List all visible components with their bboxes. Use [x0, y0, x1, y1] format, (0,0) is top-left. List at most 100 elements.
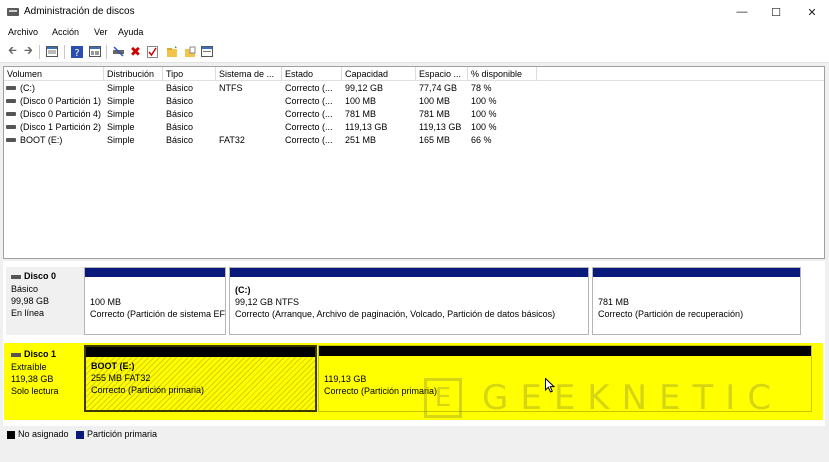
table-row[interactable]: BOOT (E:) Simple Básico FAT32 Correcto (… — [4, 134, 824, 147]
cell-estado: Correcto (... — [285, 135, 333, 145]
disk1-name-wrap: Disco 1 — [11, 349, 56, 359]
column-header-estado[interactable]: Estado — [285, 69, 313, 79]
close-icon: ✕ — [807, 6, 817, 19]
cell-espacio: 781 MB — [419, 109, 451, 119]
watermark-text: GEEKNETIC — [482, 378, 784, 418]
column-header-capacidad[interactable]: Capacidad — [345, 69, 388, 79]
disk0-label[interactable]: Disco 0 Básico 99,98 GB En línea — [6, 267, 84, 335]
column-separator[interactable] — [215, 67, 216, 81]
column-header-sistema[interactable]: Sistema de ... — [219, 69, 274, 79]
partition-status: Correcto (Partición de recuperación) — [598, 309, 744, 319]
check-icon[interactable] — [146, 45, 159, 58]
back-icon[interactable]: 🡰 — [6, 45, 19, 58]
properties-icon[interactable] — [45, 45, 58, 58]
cell-estado: Correcto (... — [285, 109, 333, 119]
cell-distribucion: Simple — [107, 135, 135, 145]
cell-sistema: FAT32 — [219, 135, 245, 145]
disk0-partition-recovery[interactable]: 781 MB Correcto (Partición de recuperaci… — [592, 267, 801, 335]
cell-espacio: 77,74 GB — [419, 83, 458, 93]
disk-icon — [11, 274, 21, 279]
cell-espacio: 100 MB — [419, 96, 451, 106]
maximize-button[interactable]: ☐ — [759, 0, 793, 24]
partition-status: Correcto (Partición de sistema EF — [90, 309, 226, 319]
format-icon[interactable] — [200, 45, 213, 58]
cell-disponible: 100 % — [471, 122, 497, 132]
column-header-tipo[interactable]: Tipo — [166, 69, 183, 79]
minimize-icon: — — [736, 6, 748, 18]
partition-status: Correcto (Partición primaria) — [91, 385, 205, 395]
column-header-volumen[interactable]: Volumen — [7, 69, 42, 79]
cell-capacidad: 99,12 GB — [345, 83, 384, 93]
maximize-icon: ☐ — [771, 6, 781, 19]
cell-volumen: (Disco 1 Partición 2) — [20, 122, 102, 132]
cell-sistema: NTFS — [219, 83, 243, 93]
disk1-label[interactable]: Disco 1 Extraíble 119,38 GB Solo lectura — [6, 345, 84, 417]
unallocated-swatch — [7, 431, 15, 439]
cell-estado: Correcto (... — [285, 122, 333, 132]
column-separator[interactable] — [162, 67, 163, 81]
table-row[interactable]: (C:) Simple Básico NTFS Correcto (... 99… — [4, 82, 824, 95]
partition-bar — [230, 268, 588, 277]
column-header-distribucion[interactable]: Distribución — [107, 69, 154, 79]
disk0-name-wrap: Disco 0 — [11, 271, 56, 281]
folder-icon[interactable] — [165, 45, 178, 58]
disk-management-icon — [7, 8, 19, 16]
drive-icon — [6, 86, 16, 90]
table-row[interactable]: (Disco 1 Partición 2) Simple Básico Corr… — [4, 121, 824, 134]
cell-capacidad: 781 MB — [345, 109, 377, 119]
table-row[interactable]: (Disco 0 Partición 4) Simple Básico Corr… — [4, 108, 824, 121]
close-button[interactable]: ✕ — [795, 0, 829, 24]
column-separator[interactable] — [467, 67, 468, 81]
disk0-type: Básico — [11, 284, 39, 294]
partition-size: 100 MB — [90, 297, 122, 307]
column-separator[interactable] — [103, 67, 104, 81]
cell-tipo: Básico — [166, 83, 194, 93]
forward-icon[interactable]: 🡲 — [22, 45, 35, 58]
legend-unallocated: No asignado — [18, 429, 69, 439]
cell-distribucion: Simple — [107, 96, 135, 106]
column-header-disponible[interactable]: % disponible — [471, 69, 522, 79]
partition-title: BOOT (E:) — [91, 361, 135, 371]
disk0-status: En línea — [11, 308, 45, 318]
list-header: Volumen Distribución Tipo Sistema de ...… — [4, 67, 824, 81]
column-separator[interactable] — [536, 67, 537, 81]
drive-icon — [6, 138, 16, 142]
toolbar-separator — [106, 45, 107, 59]
table-row[interactable]: (Disco 0 Partición 1) Simple Básico Corr… — [4, 95, 824, 108]
connect-icon[interactable] — [112, 45, 125, 58]
cell-disponible: 66 % — [471, 135, 492, 145]
delete-icon[interactable]: ✖ — [129, 44, 142, 59]
disk1-partition-boot[interactable]: BOOT (E:) 255 MB FAT32 Correcto (Partici… — [84, 345, 317, 412]
disk0-size: 99,98 GB — [11, 296, 50, 306]
svg-text:?: ? — [74, 48, 79, 58]
column-separator[interactable] — [341, 67, 342, 81]
menu-ver[interactable]: Ver — [94, 27, 108, 37]
help-icon[interactable]: ? — [70, 45, 83, 58]
menu-ayuda[interactable]: Ayuda — [118, 27, 143, 37]
window-title: Administración de discos — [24, 6, 135, 17]
menu-accion[interactable]: Acción — [52, 27, 79, 37]
cell-tipo: Básico — [166, 109, 194, 119]
column-separator[interactable] — [281, 67, 282, 81]
partition-title: (C:) — [235, 285, 251, 295]
cell-distribucion: Simple — [107, 122, 135, 132]
cell-tipo: Básico — [166, 96, 194, 106]
cell-volumen: (Disco 0 Partición 1) — [20, 96, 102, 106]
cell-volumen: (Disco 0 Partición 4) — [20, 109, 102, 119]
disk0-partition-c[interactable]: (C:) 99,12 GB NTFS Correcto (Arranque, A… — [229, 267, 589, 335]
disk-list-icon[interactable] — [88, 45, 101, 58]
cell-volumen: (C:) — [20, 83, 35, 93]
partition-size: 255 MB FAT32 — [91, 373, 151, 383]
minimize-button[interactable]: — — [725, 0, 759, 24]
menu-archivo[interactable]: Archivo — [8, 27, 38, 37]
column-separator[interactable] — [415, 67, 416, 81]
disk0-partition-1[interactable]: 100 MB Correcto (Partición de sistema EF — [84, 267, 226, 335]
toolbar-separator — [39, 45, 40, 59]
open-icon[interactable] — [183, 45, 196, 58]
partition-status: Correcto (Partición primaria) — [324, 386, 438, 396]
column-header-espacio[interactable]: Espacio ... — [419, 69, 461, 79]
cell-estado: Correcto (... — [285, 83, 333, 93]
partition-bar — [319, 346, 811, 356]
partition-bar — [593, 268, 800, 277]
disk1-type: Extraíble — [11, 362, 47, 372]
